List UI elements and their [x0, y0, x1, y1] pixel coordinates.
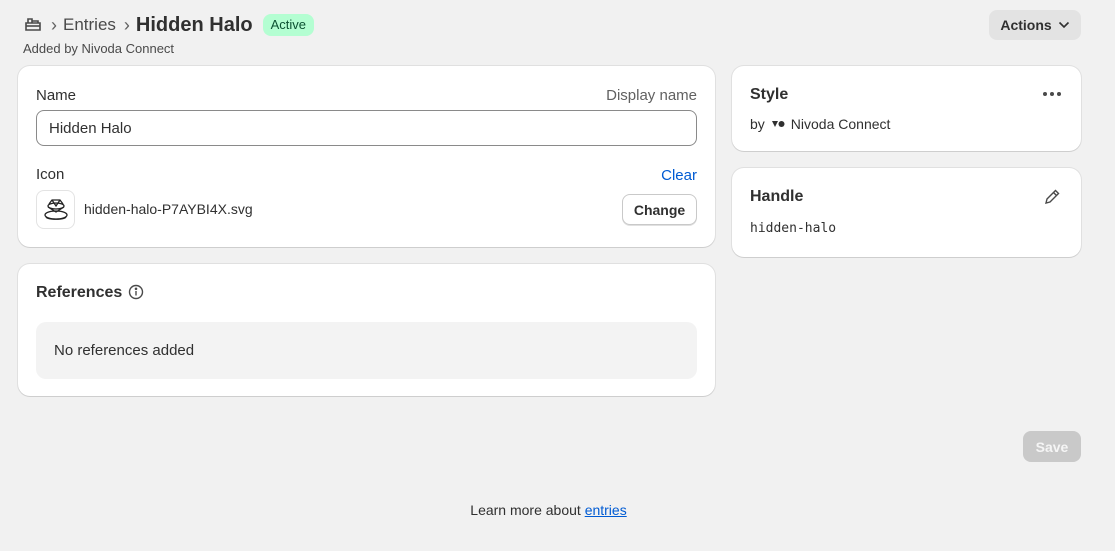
- breadcrumb: › Entries › Hidden Halo Active: [23, 10, 1081, 40]
- pencil-icon[interactable]: [1043, 188, 1061, 206]
- entries-help-link[interactable]: entries: [585, 502, 627, 518]
- actions-button-label: Actions: [1000, 17, 1052, 33]
- breadcrumb-separator: ›: [51, 14, 57, 35]
- references-card: References No references added: [18, 264, 715, 396]
- actions-button[interactable]: Actions: [989, 10, 1081, 40]
- references-empty-state: No references added: [36, 322, 697, 379]
- name-hint: Display name: [606, 87, 697, 104]
- change-icon-button[interactable]: Change: [622, 194, 697, 225]
- style-author: by Nivoda Connect: [750, 116, 890, 132]
- by-prefix: by: [750, 116, 765, 132]
- icon-file-name: hidden-halo-P7AYBI4X.svg: [84, 201, 253, 217]
- entry-details-card: Name Display name Icon Clear hidden-halo…: [18, 66, 715, 247]
- style-card: Style by Nivoda Connect: [732, 66, 1081, 151]
- status-badge: Active: [262, 14, 314, 36]
- breadcrumb-entries-link[interactable]: Entries: [63, 15, 116, 35]
- page-title: Hidden Halo: [135, 13, 253, 36]
- footer-help: Learn more about entries: [0, 502, 1097, 518]
- icon-thumbnail: [36, 190, 75, 229]
- breadcrumb-separator: ›: [123, 14, 130, 35]
- empty-state-text: No references added: [54, 342, 195, 359]
- handle-card: Handle hidden-halo: [732, 168, 1081, 257]
- handle-value: hidden-halo: [750, 221, 837, 236]
- page: › Entries › Hidden Halo Active Added by …: [0, 0, 1115, 551]
- references-title: References: [36, 284, 123, 301]
- footer-text: Learn more about: [470, 502, 585, 518]
- info-icon[interactable]: [128, 284, 144, 300]
- page-subtitle: Added by Nivoda Connect: [23, 41, 175, 56]
- clear-icon-link[interactable]: Clear: [661, 167, 697, 184]
- halo-ring-icon: [43, 198, 68, 220]
- store-icon[interactable]: [23, 14, 43, 34]
- nivoda-logo-icon: [771, 121, 785, 127]
- more-options-icon[interactable]: [1043, 92, 1061, 98]
- icon-label: Icon: [36, 166, 65, 183]
- app-name: Nivoda Connect: [790, 116, 891, 132]
- name-label: Name: [36, 87, 77, 104]
- page-header: › Entries › Hidden Halo Active Added by …: [23, 10, 1081, 60]
- name-input[interactable]: [36, 110, 697, 146]
- chevron-down-icon: [1058, 21, 1069, 29]
- style-title: Style: [750, 86, 789, 103]
- save-button[interactable]: Save: [1023, 431, 1081, 462]
- handle-title: Handle: [750, 188, 804, 205]
